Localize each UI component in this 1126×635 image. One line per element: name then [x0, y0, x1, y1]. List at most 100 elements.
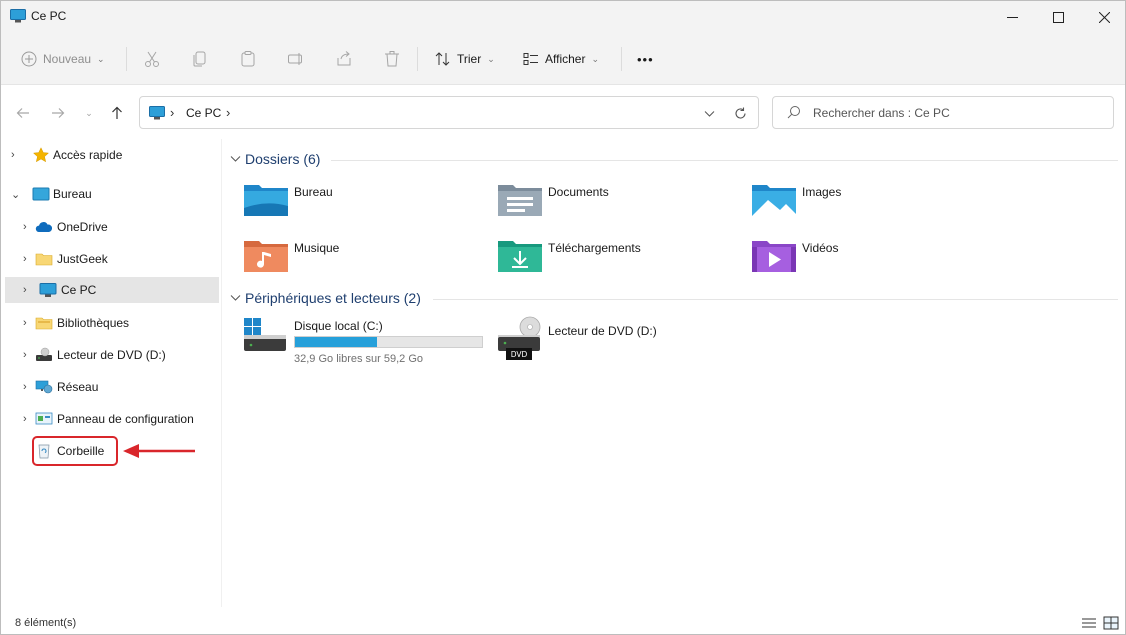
sort-label: Trier — [457, 52, 482, 66]
cloud-icon — [35, 222, 53, 232]
file-explorer-window: Ce PC Nouveau ⌄ Trier ⌄ Afficher ⌄ ••• ⌄… — [0, 0, 1126, 635]
folder-label: Musique — [294, 241, 340, 255]
chevron-right-icon[interactable]: › — [11, 149, 15, 161]
chevron-right-icon[interactable]: › — [23, 221, 27, 233]
navigation-pane: › Accès rapide ⌄ Bureau › OneDrive › Jus… — [1, 139, 221, 607]
breadcrumb-chevron-icon[interactable]: › — [170, 105, 174, 120]
minimize-button[interactable] — [989, 1, 1035, 33]
documents-folder-icon — [498, 185, 542, 216]
desktop-folder-icon — [244, 185, 288, 216]
view-label: Afficher — [545, 52, 586, 66]
drive-label: Disque local (C:) — [294, 319, 383, 333]
sidebar-item-libraries[interactable]: › Bibliothèques — [17, 310, 219, 336]
chevron-right-icon[interactable]: › — [23, 284, 27, 296]
chevron-right-icon[interactable]: › — [23, 381, 27, 393]
drive-label: Lecteur de DVD (D:) — [548, 324, 657, 338]
delete-button[interactable] — [383, 45, 401, 73]
minimize-icon — [1006, 16, 1018, 18]
pictures-folder-icon — [752, 185, 796, 216]
folder-icon — [35, 253, 53, 266]
folder-label: Images — [802, 185, 842, 199]
library-icon — [35, 317, 53, 330]
chevron-right-icon[interactable]: › — [23, 317, 27, 329]
sidebar-item-onedrive[interactable]: › OneDrive — [17, 214, 219, 240]
tiles-view-icon[interactable] — [1103, 616, 1119, 630]
folder-label: Documents — [548, 185, 609, 199]
cut-button[interactable] — [143, 45, 161, 73]
pane-divider — [221, 139, 222, 607]
forward-button[interactable] — [46, 101, 70, 125]
new-label: Nouveau — [43, 52, 92, 66]
monitor-icon — [10, 9, 26, 23]
copy-button[interactable] — [191, 45, 209, 73]
search-placeholder: Rechercher dans : Ce PC — [813, 106, 950, 120]
chevron-right-icon[interactable]: › — [23, 253, 27, 265]
close-button[interactable] — [1081, 1, 1126, 33]
recent-locations-button[interactable]: ⌄ — [77, 101, 101, 125]
window-title: Ce PC — [31, 9, 67, 23]
folder-label: Bureau — [294, 185, 333, 199]
videos-folder-icon — [752, 241, 796, 272]
rename-button[interactable] — [287, 45, 305, 73]
chevron-right-icon[interactable]: › — [23, 349, 27, 361]
share-icon — [337, 51, 351, 66]
devices-group-title: Périphériques et lecteurs (2) — [245, 290, 421, 306]
search-input[interactable]: Rechercher dans : Ce PC — [772, 96, 1114, 129]
refresh-button[interactable] — [734, 103, 747, 123]
item-count: 8 élément(s) — [15, 617, 77, 629]
chevron-right-icon[interactable]: › — [23, 413, 27, 425]
folder-label: Téléchargements — [548, 241, 641, 255]
address-history-button[interactable] — [704, 103, 715, 122]
sidebar-item-this-pc[interactable]: › Ce PC — [5, 277, 219, 303]
sidebar-item-label: JustGeek — [57, 252, 108, 266]
close-icon — [1098, 11, 1110, 23]
address-bar[interactable]: › Ce PC › — [139, 96, 759, 129]
drive-free-space: 32,9 Go libres sur 59,2 Go — [294, 353, 424, 365]
breadcrumb-location[interactable]: Ce PC — [186, 106, 221, 120]
share-button[interactable] — [335, 45, 353, 73]
folder-videos[interactable]: Vidéos — [752, 238, 992, 282]
arrow-right-icon — [52, 108, 65, 118]
drive-usage-bar — [294, 336, 483, 348]
sidebar-item-justgeek[interactable]: › JustGeek — [17, 246, 219, 272]
more-icon: ••• — [637, 51, 654, 67]
folder-documents[interactable]: Documents — [498, 182, 738, 226]
toolbar-divider — [621, 47, 622, 71]
star-icon — [32, 147, 50, 163]
devices-group-header[interactable]: Périphériques et lecteurs (2) — [229, 290, 421, 306]
drive-local-c[interactable]: Disque local (C:) 32,9 Go libres sur 59,… — [244, 315, 494, 367]
arrow-left-icon — [16, 108, 29, 118]
details-view-icon[interactable] — [1081, 616, 1097, 630]
sidebar-item-network[interactable]: › Réseau — [17, 374, 219, 400]
back-button[interactable] — [11, 101, 35, 125]
paste-button[interactable] — [239, 45, 257, 73]
folder-downloads[interactable]: Téléchargements — [498, 238, 738, 282]
arrow-up-icon — [112, 106, 122, 119]
view-button[interactable]: Afficher ⌄ — [523, 45, 599, 73]
more-options-button[interactable]: ••• — [637, 45, 654, 73]
folder-desktop[interactable]: Bureau — [244, 182, 484, 226]
new-button[interactable]: Nouveau ⌄ — [21, 45, 105, 73]
folder-pictures[interactable]: Images — [752, 182, 992, 226]
sort-button[interactable]: Trier ⌄ — [435, 45, 495, 73]
trash-icon — [385, 51, 399, 67]
drive-dvd-d[interactable]: DVD Lecteur de DVD (D:) — [498, 315, 718, 367]
breadcrumb-chevron-icon[interactable]: › — [226, 105, 230, 120]
sidebar-item-quick-access[interactable]: › Accès rapide — [5, 142, 219, 168]
sidebar-item-label: Ce PC — [61, 283, 97, 297]
chevron-down-icon: ⌄ — [487, 53, 495, 64]
chevron-down-icon[interactable]: ⌄ — [11, 188, 20, 201]
desktop-icon — [32, 187, 50, 201]
up-button[interactable] — [105, 101, 129, 125]
sidebar-item-desktop[interactable]: ⌄ Bureau — [5, 181, 219, 207]
sidebar-item-control-panel[interactable]: › Panneau de configuration — [17, 406, 219, 432]
folders-group-header[interactable]: Dossiers (6) — [229, 151, 320, 167]
folder-music[interactable]: Musique — [244, 238, 484, 282]
chevron-down-icon — [230, 156, 241, 162]
sidebar-item-label: Réseau — [57, 380, 99, 394]
maximize-button[interactable] — [1035, 1, 1081, 33]
scissors-icon — [145, 51, 159, 67]
monitor-icon — [39, 283, 57, 297]
sidebar-item-dvd-drive[interactable]: › Lecteur de DVD (D:) — [17, 342, 219, 368]
sidebar-item-label: Accès rapide — [53, 148, 123, 162]
